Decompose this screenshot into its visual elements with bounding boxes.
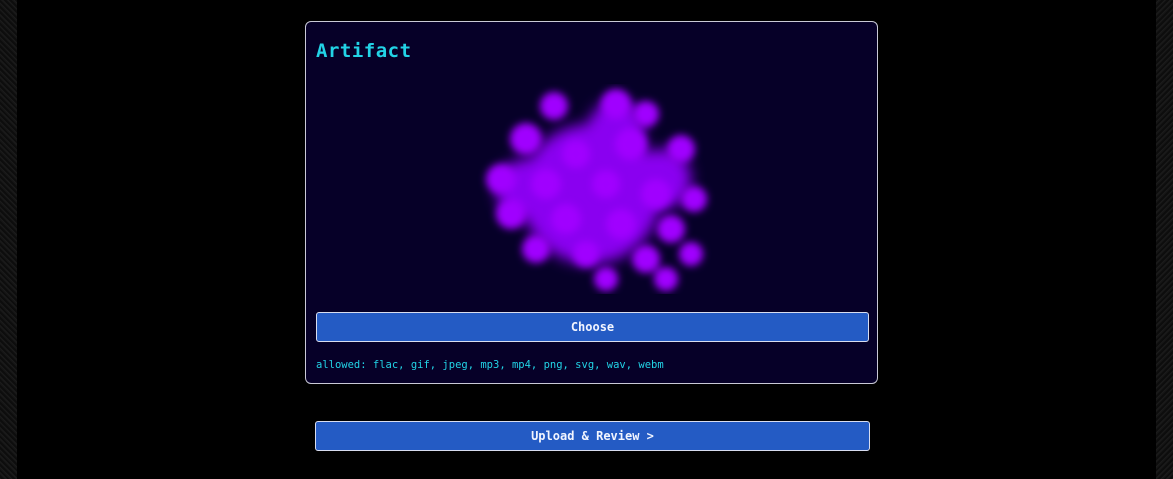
purple-blob-cluster-icon bbox=[486, 89, 707, 291]
artifact-title: Artifact bbox=[316, 40, 412, 62]
allowed-formats-text: allowed: flac, gif, jpeg, mp3, mp4, png,… bbox=[316, 359, 664, 371]
upload-review-button[interactable]: Upload & Review > bbox=[315, 421, 870, 451]
left-texture-edge bbox=[0, 0, 17, 479]
choose-file-button[interactable]: Choose bbox=[316, 312, 869, 342]
artifact-preview-image bbox=[466, 84, 716, 294]
artifact-card: Artifact Choose allowed: flac, gif, jpeg… bbox=[305, 21, 878, 384]
right-texture-edge bbox=[1156, 0, 1173, 479]
